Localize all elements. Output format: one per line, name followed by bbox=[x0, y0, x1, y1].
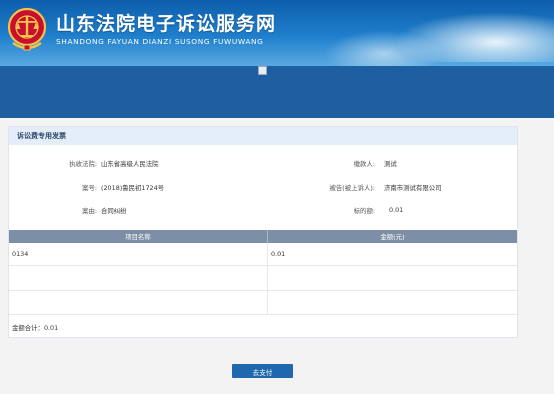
row-divider bbox=[9, 290, 517, 291]
invoice-panel: 诉讼费专用发票 执收法院: 山东省高级人民法院 缴款人: 测试 案号: (201… bbox=[8, 126, 518, 338]
site-header: 山东法院电子诉讼服务网 SHANDONG FAYUAN DIANZI SUSON… bbox=[0, 0, 554, 66]
case-no-label: 案号: bbox=[82, 184, 97, 192]
panel-title: 诉讼费专用发票 bbox=[9, 127, 517, 145]
table-row-amount: 0.01 bbox=[271, 250, 286, 258]
site-subtitle: SHANDONG FAYUAN DIANZI SUSONG FUWUWANG bbox=[56, 37, 264, 46]
header-divider bbox=[267, 230, 268, 243]
defendant-label: 被告(被上诉人): bbox=[329, 184, 375, 192]
column-header-item-name: 项目名称 bbox=[125, 233, 151, 241]
total-amount: 金额合计：0.01 bbox=[12, 324, 59, 332]
column-divider bbox=[267, 243, 268, 314]
payer-label: 缴款人: bbox=[353, 160, 375, 168]
pay-button[interactable]: 去支付 bbox=[232, 364, 293, 378]
defendant-value: 济南市测试有限公司 bbox=[384, 184, 442, 192]
cause-label: 案由: bbox=[82, 207, 97, 215]
table-row-item-name: 0134 bbox=[12, 250, 29, 258]
cloud-decoration bbox=[394, 12, 554, 62]
site-title: 山东法院电子诉讼服务网 bbox=[56, 13, 277, 35]
court-emblem-icon bbox=[7, 7, 47, 51]
row-divider bbox=[9, 314, 517, 315]
amount-label: 标的额: bbox=[353, 207, 375, 215]
case-no-value: (2018)鲁民初1724号 bbox=[101, 184, 165, 192]
column-header-amount: 金额(元) bbox=[380, 233, 405, 241]
row-divider bbox=[9, 265, 517, 266]
broken-image-icon bbox=[258, 66, 267, 75]
cause-value: 合同纠纷 bbox=[101, 207, 127, 215]
payer-value: 测试 bbox=[384, 160, 397, 168]
court-value: 山东省高级人民法院 bbox=[101, 160, 159, 168]
table-header: 项目名称 金额(元) bbox=[9, 230, 517, 243]
court-label: 执收法院: bbox=[69, 160, 97, 168]
banner bbox=[0, 66, 554, 118]
amount-value: 0.01 bbox=[389, 206, 404, 214]
